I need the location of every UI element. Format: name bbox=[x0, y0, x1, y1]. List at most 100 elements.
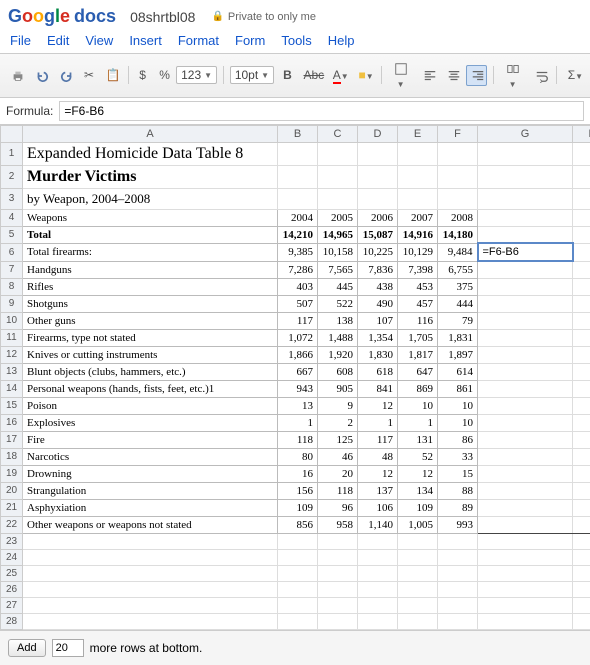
cell-G5[interactable] bbox=[478, 226, 573, 243]
cell-D3[interactable] bbox=[358, 188, 398, 209]
cell-F21[interactable]: 89 bbox=[438, 499, 478, 516]
row-header[interactable]: 22 bbox=[1, 516, 23, 533]
cell-D25[interactable] bbox=[358, 565, 398, 581]
cell-G9[interactable] bbox=[478, 295, 573, 312]
cell-H9[interactable] bbox=[573, 295, 590, 312]
format-currency[interactable]: $ bbox=[134, 65, 150, 85]
cell-E16[interactable]: 1 bbox=[398, 414, 438, 431]
cell-H2[interactable] bbox=[573, 165, 590, 188]
cell-D26[interactable] bbox=[358, 581, 398, 597]
wrap-button[interactable] bbox=[530, 65, 550, 86]
cell-G17[interactable] bbox=[478, 431, 573, 448]
cell-H5[interactable] bbox=[573, 226, 590, 243]
col-header-G[interactable]: G bbox=[478, 125, 573, 142]
cell-A13[interactable]: Blunt objects (clubs, hammers, etc.) bbox=[23, 363, 278, 380]
col-header-C[interactable]: C bbox=[318, 125, 358, 142]
row-header[interactable]: 5 bbox=[1, 226, 23, 243]
cell-D6[interactable]: 10,225 bbox=[358, 243, 398, 261]
align-right-icon[interactable] bbox=[466, 65, 486, 86]
cell-G7[interactable] bbox=[478, 261, 573, 278]
cell-G27[interactable] bbox=[478, 597, 573, 613]
cell-B22[interactable]: 856 bbox=[278, 516, 318, 533]
cell-C5[interactable]: 14,965 bbox=[318, 226, 358, 243]
cell-C10[interactable]: 138 bbox=[318, 312, 358, 329]
cell-E12[interactable]: 1,817 bbox=[398, 346, 438, 363]
cell-E6[interactable]: 10,129 bbox=[398, 243, 438, 261]
cell-H11[interactable] bbox=[573, 329, 590, 346]
row-header[interactable]: 19 bbox=[1, 465, 23, 482]
row-header[interactable]: 3 bbox=[1, 188, 23, 209]
cell-C9[interactable]: 522 bbox=[318, 295, 358, 312]
cell-B14[interactable]: 943 bbox=[278, 380, 318, 397]
cell-G19[interactable] bbox=[478, 465, 573, 482]
cell-A21[interactable]: Asphyxiation bbox=[23, 499, 278, 516]
cell-E21[interactable]: 109 bbox=[398, 499, 438, 516]
cell-F14[interactable]: 861 bbox=[438, 380, 478, 397]
cell-C1[interactable] bbox=[318, 142, 358, 165]
row-header[interactable]: 4 bbox=[1, 209, 23, 226]
cell-B11[interactable]: 1,072 bbox=[278, 329, 318, 346]
cell-A11[interactable]: Firearms, type not stated bbox=[23, 329, 278, 346]
cell-B27[interactable] bbox=[278, 597, 318, 613]
cell-B3[interactable] bbox=[278, 188, 318, 209]
cell-D21[interactable]: 106 bbox=[358, 499, 398, 516]
cell-E23[interactable] bbox=[398, 533, 438, 549]
cell-B23[interactable] bbox=[278, 533, 318, 549]
cell-E4[interactable]: 2007 bbox=[398, 209, 438, 226]
add-rows-button[interactable]: Add bbox=[8, 639, 46, 657]
row-header[interactable]: 15 bbox=[1, 397, 23, 414]
cell-B19[interactable]: 16 bbox=[278, 465, 318, 482]
cell-G25[interactable] bbox=[478, 565, 573, 581]
cell-D15[interactable]: 12 bbox=[358, 397, 398, 414]
cell-F10[interactable]: 79 bbox=[438, 312, 478, 329]
col-header-D[interactable]: D bbox=[358, 125, 398, 142]
cell-F25[interactable] bbox=[438, 565, 478, 581]
row-header[interactable]: 9 bbox=[1, 295, 23, 312]
cell-D12[interactable]: 1,830 bbox=[358, 346, 398, 363]
cell-B25[interactable] bbox=[278, 565, 318, 581]
cell-H6[interactable] bbox=[573, 243, 590, 261]
cell-C14[interactable]: 905 bbox=[318, 380, 358, 397]
cell-B2[interactable] bbox=[278, 165, 318, 188]
cell-B24[interactable] bbox=[278, 549, 318, 565]
cell-C22[interactable]: 958 bbox=[318, 516, 358, 533]
cell-H8[interactable] bbox=[573, 278, 590, 295]
col-header-A[interactable]: A bbox=[23, 125, 278, 142]
cell-C6[interactable]: 10,158 bbox=[318, 243, 358, 261]
cell-C19[interactable]: 20 bbox=[318, 465, 358, 482]
cell-D9[interactable]: 490 bbox=[358, 295, 398, 312]
align-center-icon[interactable] bbox=[442, 65, 462, 86]
cell-A28[interactable] bbox=[23, 613, 278, 629]
cell-G12[interactable] bbox=[478, 346, 573, 363]
row-header[interactable]: 6 bbox=[1, 243, 23, 261]
cell-B9[interactable]: 507 bbox=[278, 295, 318, 312]
cell-C17[interactable]: 125 bbox=[318, 431, 358, 448]
cell-A1[interactable]: Expanded Homicide Data Table 8 bbox=[23, 142, 278, 165]
cell-C3[interactable] bbox=[318, 188, 358, 209]
row-header[interactable]: 11 bbox=[1, 329, 23, 346]
cell-H20[interactable] bbox=[573, 482, 590, 499]
row-header[interactable]: 8 bbox=[1, 278, 23, 295]
cell-H15[interactable] bbox=[573, 397, 590, 414]
text-color-button[interactable]: A▼ bbox=[328, 65, 350, 85]
cell-C26[interactable] bbox=[318, 581, 358, 597]
cell-D24[interactable] bbox=[358, 549, 398, 565]
cell-E22[interactable]: 1,005 bbox=[398, 516, 438, 533]
cell-A14[interactable]: Personal weapons (hands, fists, feet, et… bbox=[23, 380, 278, 397]
cell-E2[interactable] bbox=[398, 165, 438, 188]
cell-H3[interactable] bbox=[573, 188, 590, 209]
cell-E8[interactable]: 453 bbox=[398, 278, 438, 295]
menu-tools[interactable]: Tools bbox=[281, 33, 311, 48]
cell-E17[interactable]: 131 bbox=[398, 431, 438, 448]
cell-A10[interactable]: Other guns bbox=[23, 312, 278, 329]
cell-G18[interactable] bbox=[478, 448, 573, 465]
cell-C25[interactable] bbox=[318, 565, 358, 581]
cell-F20[interactable]: 88 bbox=[438, 482, 478, 499]
cell-D22[interactable]: 1,140 bbox=[358, 516, 398, 533]
privacy-indicator[interactable]: 🔒 Private to only me bbox=[211, 11, 316, 23]
cell-F1[interactable] bbox=[438, 142, 478, 165]
print-icon[interactable] bbox=[6, 65, 26, 86]
cell-C16[interactable]: 2 bbox=[318, 414, 358, 431]
cell-E11[interactable]: 1,705 bbox=[398, 329, 438, 346]
row-header[interactable]: 28 bbox=[1, 613, 23, 629]
